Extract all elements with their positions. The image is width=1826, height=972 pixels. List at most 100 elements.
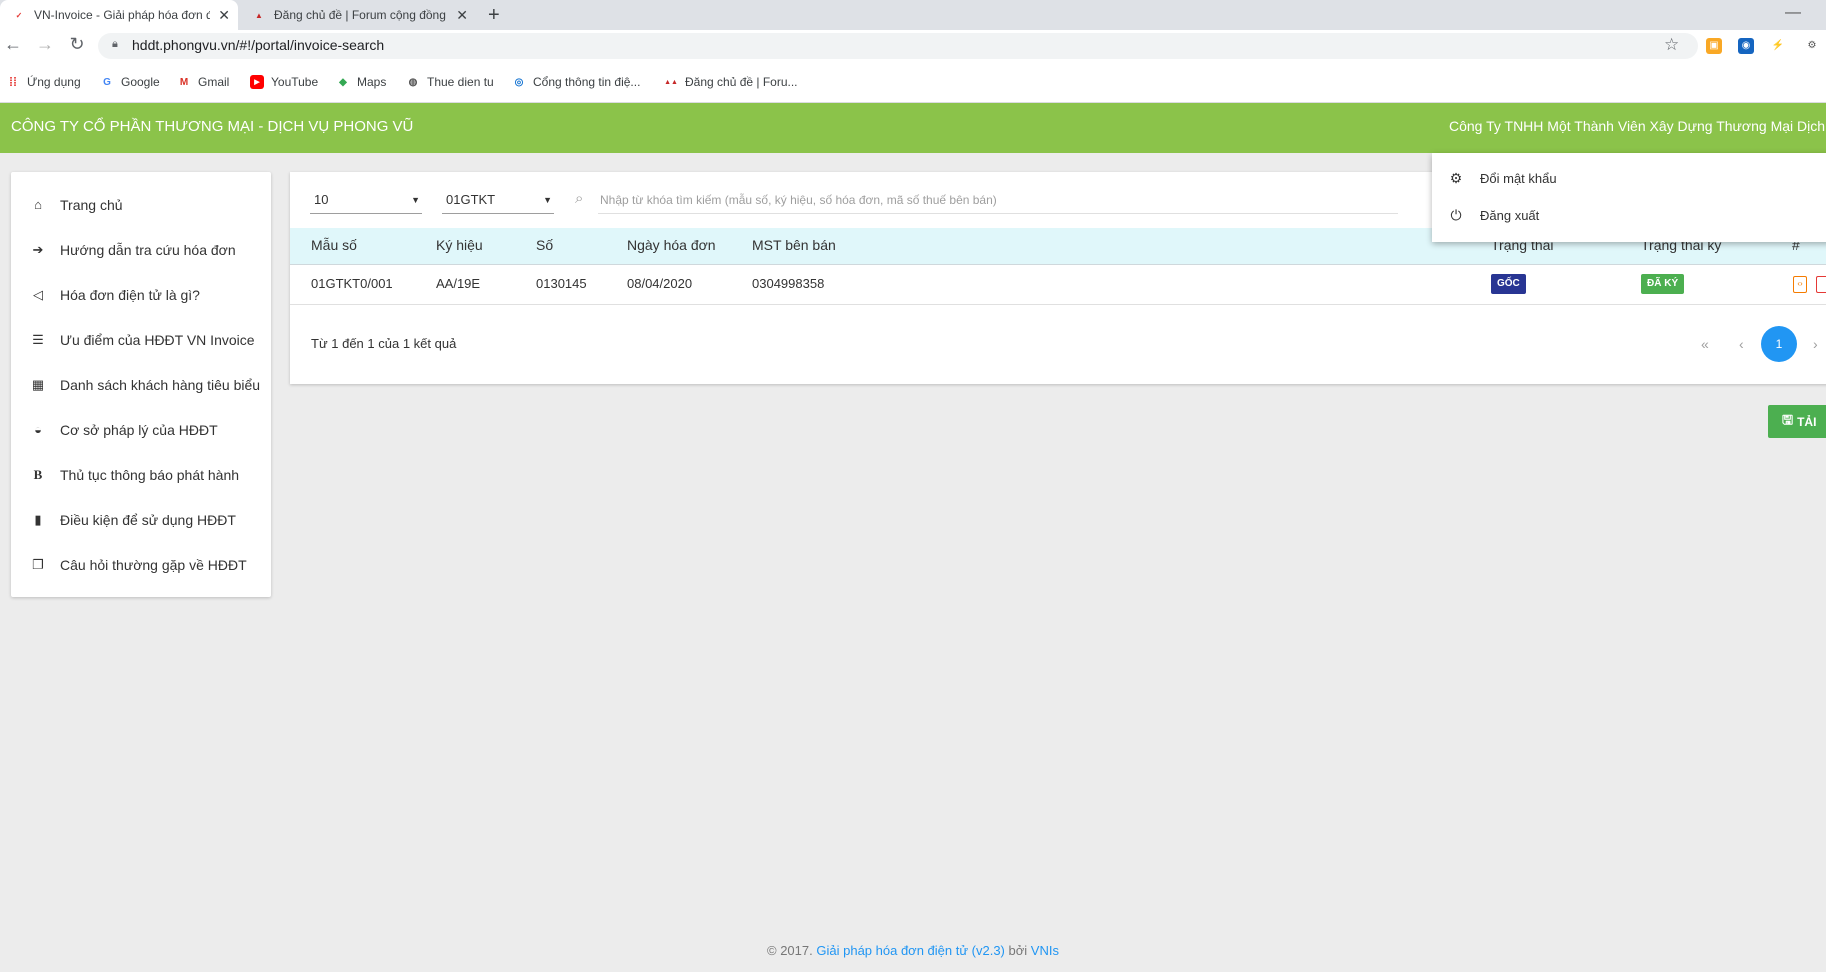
extension-icon[interactable]: ◉ bbox=[1738, 38, 1754, 54]
url-text[interactable]: hddt.phongvu.vn/#!/portal/invoice-search bbox=[132, 37, 384, 53]
sidebar-item-label: Thủ tục thông báo phát hành bbox=[60, 466, 240, 483]
globe-icon: ◍ bbox=[408, 76, 418, 88]
bookmark-thue-dien-tu[interactable]: ◍ Thue dien tu bbox=[406, 75, 494, 89]
bookmark-label: Maps bbox=[357, 75, 387, 89]
sidebar-item-khach-hang[interactable]: ▦ Danh sách khách hàng tiêu biểu bbox=[11, 362, 271, 407]
bookmark-forum[interactable]: ▲▲ Đăng chủ đề | Foru... bbox=[664, 75, 798, 89]
browser-tab-active[interactable]: ✓ VN-Invoice - Giải pháp hóa đơn điện tử… bbox=[0, 0, 238, 30]
sidebar-item-label: Trang chủ bbox=[60, 196, 123, 213]
footer-by: bởi bbox=[1008, 943, 1028, 958]
xml-file-icon[interactable]: ‹› bbox=[1793, 276, 1807, 293]
pagination-summary: Từ 1 đến 1 của 1 kết quả bbox=[311, 336, 457, 351]
cell-ngay-hoa-don: 08/04/2020 bbox=[627, 276, 693, 291]
gear-icon: ⚙ bbox=[1449, 169, 1463, 186]
bookmark-google[interactable]: G Google bbox=[100, 75, 160, 89]
sign-in-icon: ➔ bbox=[32, 241, 44, 257]
sidebar-item-hoa-don-la-gi[interactable]: ◁ Hóa đơn điện tử là gì? bbox=[11, 272, 271, 317]
browser-tab[interactable]: ▲ Đăng chủ đề | Forum cộng đồng ✕ bbox=[240, 0, 476, 30]
save-icon: 🖫︎ bbox=[1782, 411, 1794, 427]
sidebar-item-trang-chu[interactable]: ⌂ Trang chủ bbox=[11, 182, 271, 227]
sidebar-item-cau-hoi[interactable]: ❐ Câu hỏi thường gặp về HĐĐT bbox=[11, 542, 271, 587]
bookmark-gmail[interactable]: M Gmail bbox=[177, 75, 230, 89]
sidebar-item-label: Hướng dẫn tra cứu hóa đơn bbox=[60, 241, 236, 258]
search-icon: ⌕ bbox=[575, 190, 584, 207]
search-input[interactable] bbox=[598, 186, 1398, 214]
bookmark-cong-thong-tin[interactable]: ◎ Cổng thông tin điệ... bbox=[512, 75, 641, 89]
sidebar-item-huong-dan[interactable]: ➔ Hướng dẫn tra cứu hóa đơn bbox=[11, 227, 271, 272]
megaphone-icon: ◁ bbox=[33, 286, 43, 302]
bold-icon: B bbox=[33, 466, 43, 482]
bookmark-star-icon[interactable]: ☆ bbox=[1664, 35, 1679, 55]
close-tab-icon[interactable]: ✕ bbox=[218, 7, 230, 24]
column-header[interactable]: Ký hiệu bbox=[436, 237, 483, 253]
youtube-icon: ▶ bbox=[250, 75, 264, 89]
bookmark-label: Google bbox=[121, 75, 160, 89]
home-icon: ⌂ bbox=[34, 197, 42, 212]
pagination-prev[interactable]: ‹ bbox=[1739, 336, 1744, 352]
pagination-next[interactable]: › bbox=[1813, 336, 1818, 352]
column-header[interactable]: Số bbox=[536, 237, 553, 253]
pdf-file-icon[interactable] bbox=[1816, 276, 1826, 293]
lock-icon[interactable]: 🔒︎ bbox=[112, 38, 118, 51]
bookmark-maps[interactable]: ◆ Maps bbox=[336, 75, 386, 89]
window-minimize-button[interactable]: — bbox=[1785, 4, 1801, 22]
bookmark-label: Thue dien tu bbox=[427, 75, 494, 89]
extension-icon[interactable]: ⚡ bbox=[1770, 38, 1786, 54]
sidebar-item-thu-tuc[interactable]: B Thủ tục thông báo phát hành bbox=[11, 452, 271, 497]
sidebar-item-uu-diem[interactable]: ☰ Ưu điểm của HĐĐT VN Invoice bbox=[11, 317, 271, 362]
footer-product-link[interactable]: Giải pháp hóa đơn điện tử (v2.3) bbox=[816, 943, 1005, 958]
forum-favicon-icon: ▲ bbox=[255, 10, 263, 20]
new-tab-button[interactable]: + bbox=[488, 4, 500, 27]
bookmark-apps[interactable]: ⁞⁞ Ứng dụng bbox=[6, 75, 81, 89]
sidebar-item-label: Câu hỏi thường gặp về HĐĐT bbox=[60, 556, 247, 573]
column-header[interactable]: Mẫu số bbox=[311, 237, 357, 253]
sidebar-item-label: Điều kiện để sử dụng HĐĐT bbox=[60, 511, 236, 528]
sidebar-item-dieu-kien[interactable]: ▮ Điều kiện để sử dụng HĐĐT bbox=[11, 497, 271, 542]
sidebar-item-label: Hóa đơn điện tử là gì? bbox=[60, 286, 200, 303]
book-icon: ▮ bbox=[34, 511, 42, 527]
google-icon: G bbox=[103, 76, 111, 88]
vninvoice-favicon-icon: ✓ bbox=[15, 10, 23, 20]
pagination-page-1[interactable]: 1 bbox=[1761, 326, 1797, 362]
apps-grid-icon: ⁞⁞ bbox=[9, 75, 17, 89]
reload-button[interactable]: ↻ bbox=[66, 34, 88, 54]
inbox-icon: ◒ bbox=[34, 422, 42, 437]
status-badge-goc: GỐC bbox=[1491, 274, 1526, 294]
user-menu-toggle[interactable]: Công Ty TNHH Một Thành Viên Xây Dựng Thư… bbox=[1449, 118, 1826, 134]
forward-button[interactable]: → bbox=[34, 34, 56, 54]
bookmark-youtube[interactable]: ▶ YouTube bbox=[250, 75, 318, 89]
menu-item-logout[interactable]: ⏻ Đăng xuất bbox=[1448, 203, 1539, 227]
table-icon: ▦ bbox=[31, 376, 45, 392]
menu-item-label: Đăng xuất bbox=[1480, 207, 1540, 223]
cell-mst: 0304998358 bbox=[752, 276, 825, 291]
pagination-first[interactable]: « bbox=[1701, 336, 1709, 352]
bookmark-label: Ứng dụng bbox=[27, 75, 81, 89]
bookmark-label: Đăng chủ đề | Foru... bbox=[685, 75, 798, 89]
caret-down-icon: ▼ bbox=[543, 194, 552, 205]
extension-icon[interactable]: ⚙ bbox=[1804, 38, 1820, 54]
maps-icon: ◆ bbox=[339, 76, 347, 88]
column-header[interactable]: MST bên bán bbox=[752, 237, 836, 253]
row-divider bbox=[290, 304, 1826, 305]
bookmark-label: Cổng thông tin điệ... bbox=[533, 75, 641, 89]
company-name[interactable]: CÔNG TY CỔ PHẦN THƯƠNG MẠI - DỊCH VỤ PHO… bbox=[11, 118, 413, 135]
sidebar-item-label: Danh sách khách hàng tiêu biểu bbox=[60, 376, 261, 393]
extension-icon[interactable]: ▣ bbox=[1706, 38, 1722, 54]
list-icon: ☰ bbox=[32, 331, 44, 347]
menu-item-change-password[interactable]: ⚙ Đổi mật khẩu bbox=[1448, 166, 1557, 190]
template-value: 01GTKT bbox=[446, 192, 496, 207]
back-button[interactable]: ← bbox=[2, 34, 24, 54]
column-header[interactable]: Ngày hóa đơn bbox=[627, 237, 716, 253]
download-button[interactable]: 🖫︎ TẢI bbox=[1768, 405, 1826, 438]
template-select[interactable]: 01GTKT ▼ bbox=[442, 186, 554, 214]
portal-icon: ◎ bbox=[514, 76, 524, 88]
download-label: TẢI bbox=[1797, 414, 1817, 429]
footer-vendor-link[interactable]: VNIs bbox=[1031, 943, 1059, 958]
sidebar-item-co-so-phap-ly[interactable]: ◒ Cơ sở pháp lý của HĐĐT bbox=[11, 407, 271, 452]
power-icon: ⏻ bbox=[1450, 206, 1462, 223]
tab-title: VN-Invoice - Giải pháp hóa đơn điện tử bbox=[34, 8, 211, 22]
cell-so: 0130145 bbox=[536, 276, 587, 291]
page-size-select[interactable]: 10 ▼ bbox=[310, 186, 422, 214]
close-tab-icon[interactable]: ✕ bbox=[456, 7, 468, 24]
cell-mau-so: 01GTKT0/001 bbox=[311, 276, 393, 291]
